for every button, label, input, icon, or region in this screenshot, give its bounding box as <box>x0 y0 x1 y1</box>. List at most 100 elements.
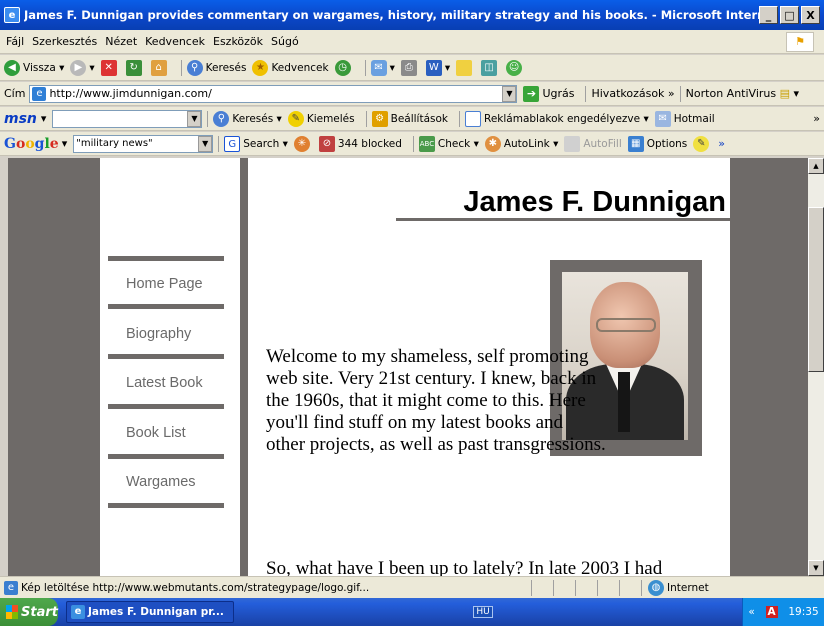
highlight-button[interactable]: ✎ Kiemelés <box>287 110 355 127</box>
popup-blocker-button[interactable]: Reklámablakok engedélyezve ▾ <box>465 110 649 127</box>
taskbar-window-label: James F. Dunnigan pr... <box>88 606 224 618</box>
menu-favorites[interactable]: Kedvencek <box>145 35 205 48</box>
close-button[interactable]: X <box>801 6 820 24</box>
scroll-thumb[interactable] <box>808 207 824 372</box>
check-label: Check <box>437 137 471 150</box>
minimize-button[interactable]: _ <box>759 6 778 24</box>
status-cell <box>597 579 619 596</box>
maximize-button[interactable]: □ <box>780 6 799 24</box>
status-cell <box>531 579 553 596</box>
scroll-down-button[interactable]: ▼ <box>808 560 824 576</box>
google-more-button[interactable]: » <box>718 137 725 150</box>
search-label: Keresés <box>205 61 247 74</box>
messenger-button[interactable]: ☺ <box>506 59 525 76</box>
popup-blocked-button[interactable]: ⊘ 344 blocked <box>318 135 402 152</box>
msn-search-dropdown-icon[interactable]: ▼ <box>187 110 202 127</box>
msn-search-button[interactable]: ⚲ Keresés ▾ <box>213 110 282 127</box>
address-bar: Cím e http://www.jimdunnigan.com/ ▼ ➔ Ugr… <box>0 82 824 106</box>
scroll-up-button[interactable]: ▲ <box>808 158 824 174</box>
spellcheck-icon: ABC <box>418 135 435 152</box>
menu-tools[interactable]: Eszközök <box>213 35 263 48</box>
nav-latest-book[interactable]: Latest Book <box>108 364 224 402</box>
search-button[interactable]: ⚲ Keresés <box>186 59 247 76</box>
back-button[interactable]: ◀ Vissza ▾ <box>4 59 64 76</box>
window-titlebar[interactable]: e James F. Dunnigan provides commentary … <box>0 0 824 30</box>
msn-logo[interactable]: msn <box>4 111 37 127</box>
pagerank-icon: ✳ <box>293 135 310 152</box>
nav-home-page[interactable]: Home Page <box>108 265 224 303</box>
autofill-button[interactable]: AutoFill <box>564 135 622 152</box>
msn-logo-dropdown-icon[interactable]: ▾ <box>41 112 47 125</box>
language-indicator[interactable]: HU <box>473 606 493 618</box>
globe-icon: ◍ <box>648 579 664 596</box>
zone-label: Internet <box>667 581 709 594</box>
norton-label: Norton AntiVirus <box>685 87 777 100</box>
stop-button[interactable]: ✕ <box>100 59 120 76</box>
autolink-button[interactable]: ✱ AutoLink ▾ <box>484 135 558 152</box>
discuss-button[interactable] <box>456 59 475 76</box>
options-label: Options <box>646 137 688 150</box>
search-icon: ⚲ <box>186 59 203 76</box>
options-button[interactable]: ▦ Options <box>627 135 688 152</box>
links-label: Hivatkozások <box>591 87 665 100</box>
address-dropdown-icon[interactable]: ▼ <box>502 85 517 102</box>
refresh-button[interactable]: ↻ <box>125 59 145 76</box>
title-underline <box>396 218 730 221</box>
spellcheck-button[interactable]: ABC Check ▾ <box>418 135 479 152</box>
antivirus-tray-icon[interactable]: A <box>765 606 778 618</box>
hotmail-button[interactable]: ✉ Hotmail <box>654 110 715 127</box>
toolbar-separator <box>364 59 366 76</box>
highlight-label: Kiemelés <box>306 112 355 125</box>
favorites-button[interactable]: ★ Kedvencek <box>252 59 329 76</box>
separator <box>459 110 461 127</box>
options-icon: ▦ <box>627 135 644 152</box>
settings-button[interactable]: ⚙ Beállítások <box>371 110 449 127</box>
links-button[interactable]: Hivatkozások » <box>591 87 674 100</box>
mail-button[interactable]: ✉ ▾ <box>370 59 395 76</box>
blocked-icon: ⊘ <box>318 135 335 152</box>
settings-label: Beállítások <box>390 112 449 125</box>
google-logo[interactable]: Google <box>4 136 59 152</box>
research-button[interactable]: ◫ <box>481 59 500 76</box>
page-viewport[interactable]: Home Page Biography Latest Book Book Lis… <box>8 158 808 576</box>
vertical-scrollbar[interactable]: ▲ ▼ <box>808 158 824 576</box>
status-cell <box>575 579 597 596</box>
autofill-label: AutoFill <box>583 137 622 150</box>
nav-wargames[interactable]: Wargames <box>108 463 224 501</box>
history-button[interactable]: ◷ <box>334 59 354 76</box>
google-search-button[interactable]: G Search ▾ <box>224 135 288 152</box>
menu-view[interactable]: Nézet <box>105 35 137 48</box>
forward-button[interactable]: ▶ ▾ <box>70 59 95 76</box>
google-search-input[interactable]: "military news" ▼ <box>73 134 214 153</box>
menu-file[interactable]: Fájl <box>6 35 24 48</box>
nav-book-list[interactable]: Book List <box>108 414 224 452</box>
taskbar-window-button[interactable]: e James F. Dunnigan pr... <box>66 601 234 623</box>
standard-toolbar: ◀ Vissza ▾ ▶ ▾ ✕ ↻ ⌂ ⚲ Keresés ★ Kedvencek ◷… <box>0 55 824 81</box>
menu-help[interactable]: Súgó <box>271 35 299 48</box>
google-toolbar: Google ▾ "military news" ▼ G Search ▾ ✳ ⊘ 3… <box>0 132 824 156</box>
window-title: James F. Dunnigan provides commentary on… <box>24 8 759 22</box>
research-icon: ◫ <box>481 59 498 76</box>
start-label: Start <box>21 604 58 620</box>
google-dropdown-icon[interactable]: ▾ <box>62 137 68 150</box>
address-input[interactable]: e http://www.jimdunnigan.com/ ▼ <box>29 84 518 103</box>
nav-biography[interactable]: Biography <box>108 315 224 353</box>
start-button[interactable]: Start <box>0 598 58 626</box>
go-button[interactable]: ➔ Ugrás <box>523 85 574 102</box>
print-button[interactable]: ⎙ <box>400 59 420 76</box>
print-icon: ⎙ <box>400 59 417 76</box>
google-search-dropdown-icon[interactable]: ▼ <box>198 135 213 152</box>
pagerank-button[interactable]: ✳ <box>293 135 313 152</box>
edit-button[interactable]: W ▾ <box>425 59 450 76</box>
toolbar-separator <box>180 59 182 76</box>
norton-icon: ▤ <box>779 87 791 100</box>
highlight-pen-button[interactable]: ✎ <box>693 135 712 152</box>
norton-button[interactable]: Norton AntiVirus ▤ ▾ <box>686 87 799 100</box>
home-button[interactable]: ⌂ <box>150 59 170 76</box>
menu-edit[interactable]: Szerkesztés <box>32 35 97 48</box>
nav-divider <box>108 454 224 459</box>
autolink-icon: ✱ <box>484 135 501 152</box>
msn-more-button[interactable]: » <box>813 112 820 125</box>
msn-search-input[interactable]: ▼ <box>52 109 203 128</box>
tray-expand-icon[interactable]: « <box>748 606 754 618</box>
